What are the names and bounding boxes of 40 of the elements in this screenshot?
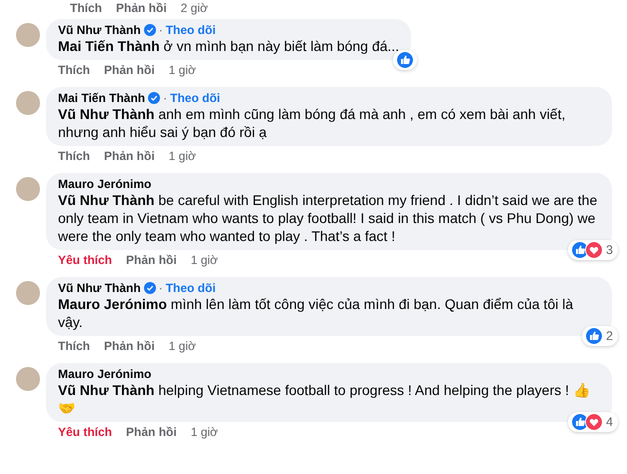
reply-link[interactable]: Phản hồi (116, 1, 167, 15)
reaction-badge[interactable]: 3 (568, 240, 618, 260)
comment-text: Mauro Jerónimo mình lên làm tốt công việc của mình đi bạn. Quan điểm của tôi là vậy. (58, 295, 574, 331)
comment-text: Vũ Như Thành anh em mình cũng làm bóng đá mà anh , em có xem bài anh viết, nhưng anh hiểu sai ý bạn đó rồi ạ (58, 105, 566, 141)
reply-link[interactable]: Phản hồi (104, 149, 155, 163)
comment-text: Mai Tiến Thành ở vn mình bạn này biết làm bóng đá... (58, 37, 400, 55)
author-name[interactable]: Vũ Như Thành (58, 23, 141, 37)
separator-dot: · (163, 91, 168, 105)
avatar-placeholder[interactable] (16, 91, 40, 115)
author-name[interactable]: Mauro Jerónimo (58, 367, 152, 381)
separator-dot: · (158, 281, 163, 295)
author-name[interactable]: Mauro Jerónimo (58, 177, 152, 191)
timestamp[interactable]: 1 giờ (168, 339, 196, 353)
timestamp[interactable]: 1 giờ (190, 253, 218, 267)
author-name[interactable]: Vũ Như Thành (58, 281, 141, 295)
reaction-badge[interactable]: 4 (568, 412, 618, 432)
avatar-placeholder[interactable] (16, 177, 40, 201)
like-link[interactable]: Thích (58, 339, 90, 353)
reply-link[interactable]: Phản hồi (126, 253, 177, 267)
reaction-badge[interactable]: 2 (582, 326, 618, 346)
like-link[interactable]: Thích (70, 1, 102, 15)
follow-link[interactable]: Theo dõi (166, 281, 216, 295)
timestamp[interactable]: 1 giờ (168, 149, 196, 163)
timestamp[interactable]: 1 giờ (190, 425, 218, 439)
follow-link[interactable]: Theo dõi (170, 91, 220, 105)
avatar-placeholder[interactable] (16, 367, 40, 391)
author-name[interactable]: Mai Tiến Thành (58, 91, 146, 105)
avatar-placeholder[interactable] (16, 23, 40, 47)
like-link[interactable]: Thích (58, 63, 90, 77)
timestamp[interactable]: 1 giờ (168, 63, 196, 77)
reply-link[interactable]: Phản hồi (126, 425, 177, 439)
timestamp[interactable]: 2 giờ (180, 1, 208, 15)
like-link[interactable]: Yêu thích (58, 425, 112, 439)
avatar-placeholder[interactable] (16, 281, 40, 305)
separator-dot: · (158, 23, 163, 37)
like-link[interactable]: Thích (58, 149, 90, 163)
reply-link[interactable]: Phản hồi (104, 339, 155, 353)
follow-link[interactable]: Theo dõi (166, 23, 216, 37)
like-link[interactable]: Yêu thích (58, 253, 112, 267)
reply-link[interactable]: Phản hồi (104, 63, 155, 77)
